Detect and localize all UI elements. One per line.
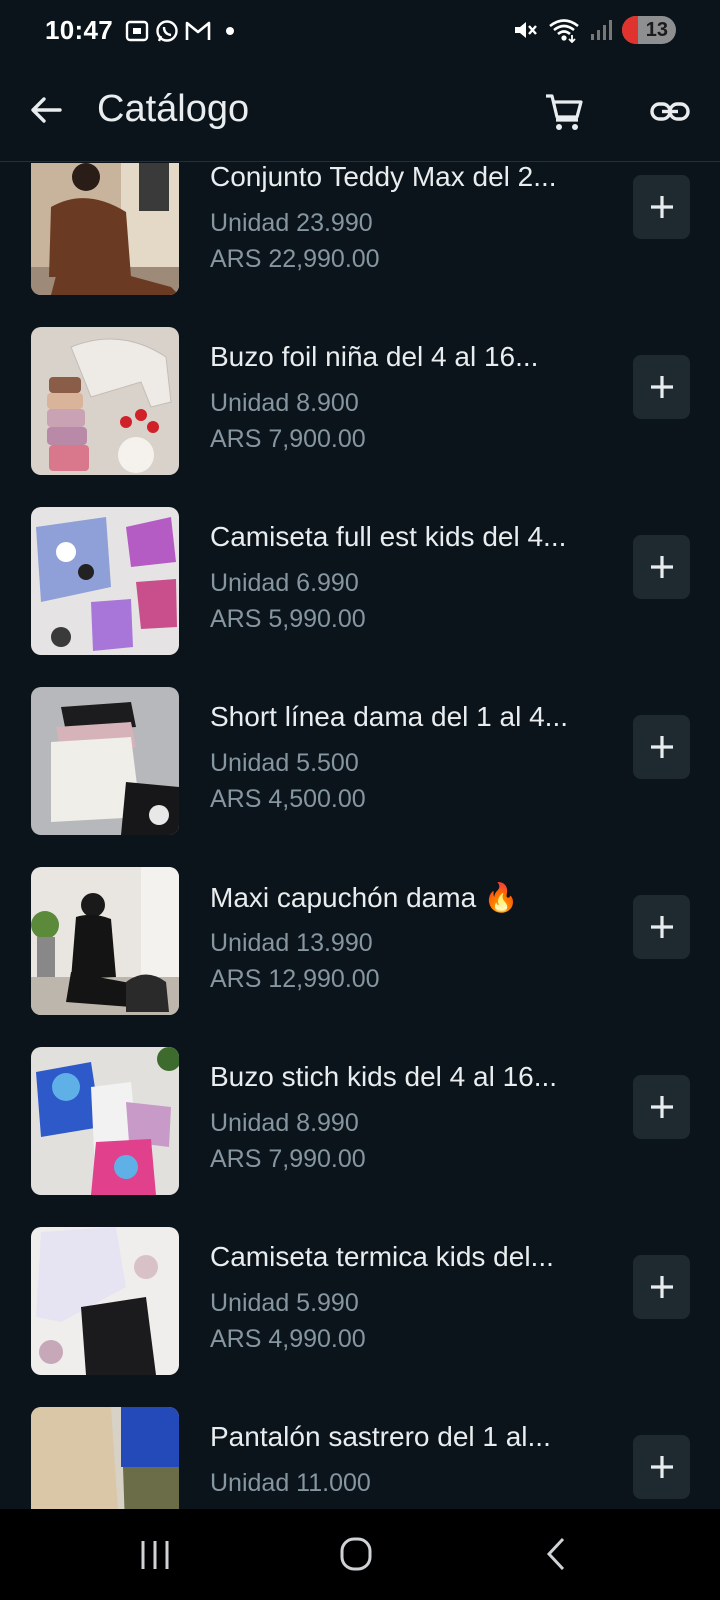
product-unit-price: Unidad 23.990 xyxy=(210,209,373,237)
signal-icon xyxy=(591,20,612,40)
product-item[interactable]: Pantalón sastrero del 1 al... Unidad 11.… xyxy=(0,1395,720,1509)
gmail-icon xyxy=(185,21,211,40)
recents-icon[interactable] xyxy=(125,1529,185,1579)
product-price: ARS 12,990.00 xyxy=(210,965,380,993)
product-image xyxy=(31,1227,179,1375)
product-name: Camiseta termica kids del... xyxy=(210,1241,554,1272)
status-bar: 10:47 13 xyxy=(0,0,720,64)
product-price: ARS 7,990.00 xyxy=(210,1145,366,1173)
add-to-cart-button[interactable] xyxy=(633,355,690,419)
product-image xyxy=(31,687,179,835)
system-icons: 13 xyxy=(512,16,676,44)
add-to-cart-button[interactable] xyxy=(633,895,690,959)
product-price: ARS 4,500.00 xyxy=(210,785,366,813)
add-to-cart-button[interactable] xyxy=(633,175,690,239)
link-icon[interactable] xyxy=(648,90,692,134)
product-price: ARS 4,990.00 xyxy=(210,1325,366,1353)
notification-icons xyxy=(124,18,234,44)
add-to-cart-button[interactable] xyxy=(633,715,690,779)
screenshot-icon xyxy=(125,20,149,42)
product-image xyxy=(31,867,179,1015)
product-image xyxy=(31,1047,179,1195)
plus-icon xyxy=(650,916,673,938)
product-price: ARS 22,990.00 xyxy=(210,245,380,273)
product-item[interactable]: Buzo foil niña del 4 al 16... Unidad 8.9… xyxy=(0,315,720,495)
product-name: Short línea dama del 1 al 4... xyxy=(210,701,568,732)
page-title: Catálogo xyxy=(97,88,250,130)
plus-icon xyxy=(650,196,673,218)
product-name: Camiseta full est kids del 4... xyxy=(210,521,567,552)
plus-icon xyxy=(650,1096,673,1118)
more-notifications-dot xyxy=(226,27,234,35)
product-name: Pantalón sastrero del 1 al... xyxy=(210,1421,551,1452)
add-to-cart-button[interactable] xyxy=(633,1075,690,1139)
product-unit-price: Unidad 5.500 xyxy=(210,749,359,777)
product-item[interactable]: Short línea dama del 1 al 4... Unidad 5.… xyxy=(0,675,720,855)
battery-indicator: 13 xyxy=(622,16,676,44)
product-image xyxy=(31,163,179,295)
add-to-cart-button[interactable] xyxy=(633,535,690,599)
product-item[interactable]: Maxi capuchón dama 🔥 Unidad 13.990 ARS 1… xyxy=(0,855,720,1035)
product-name: Maxi capuchón dama 🔥 xyxy=(210,882,519,913)
home-icon[interactable] xyxy=(326,1529,386,1579)
product-price: ARS 7,900.00 xyxy=(210,425,366,453)
arrow-left-icon[interactable] xyxy=(26,90,66,130)
plus-icon xyxy=(650,1276,673,1298)
product-name: Buzo stich kids del 4 al 16... xyxy=(210,1061,558,1092)
product-unit-price: Unidad 8.990 xyxy=(210,1109,359,1137)
product-name: Buzo foil niña del 4 al 16... xyxy=(210,341,539,372)
status-time: 10:47 xyxy=(45,15,113,45)
product-item[interactable]: Buzo stich kids del 4 al 16... Unidad 8.… xyxy=(0,1035,720,1215)
product-image xyxy=(31,507,179,655)
mute-icon xyxy=(515,22,537,38)
product-unit-price: Unidad 11.000 xyxy=(210,1469,371,1497)
wifi-icon xyxy=(549,19,579,43)
product-image xyxy=(31,327,179,475)
product-item[interactable]: Conjunto Teddy Max del 2... Unidad 23.99… xyxy=(0,163,720,315)
system-navigation-bar xyxy=(0,1509,720,1600)
plus-icon xyxy=(650,376,673,398)
add-to-cart-button[interactable] xyxy=(633,1255,690,1319)
product-unit-price: Unidad 6.990 xyxy=(210,569,359,597)
back-chevron-icon[interactable] xyxy=(527,1529,587,1579)
product-item[interactable]: Camiseta full est kids del 4... Unidad 6… xyxy=(0,495,720,675)
cart-icon[interactable] xyxy=(542,90,586,134)
product-name: Conjunto Teddy Max del 2... xyxy=(210,163,557,192)
app-bar: Catálogo xyxy=(0,64,720,162)
product-item[interactable]: Camiseta termica kids del... Unidad 5.99… xyxy=(0,1215,720,1395)
plus-icon xyxy=(650,556,673,578)
add-to-cart-button[interactable] xyxy=(633,1435,690,1499)
product-unit-price: Unidad 8.900 xyxy=(210,389,359,417)
product-image xyxy=(31,1407,179,1509)
product-price: ARS 5,990.00 xyxy=(210,605,366,633)
product-unit-price: Unidad 5.990 xyxy=(210,1289,359,1317)
plus-icon xyxy=(650,736,673,758)
battery-level: 13 xyxy=(645,18,668,41)
plus-icon xyxy=(650,1456,673,1478)
product-unit-price: Unidad 13.990 xyxy=(210,929,373,957)
whatsapp-icon xyxy=(156,20,178,42)
product-list[interactable]: Conjunto Teddy Max del 2... Unidad 23.99… xyxy=(0,163,720,1509)
